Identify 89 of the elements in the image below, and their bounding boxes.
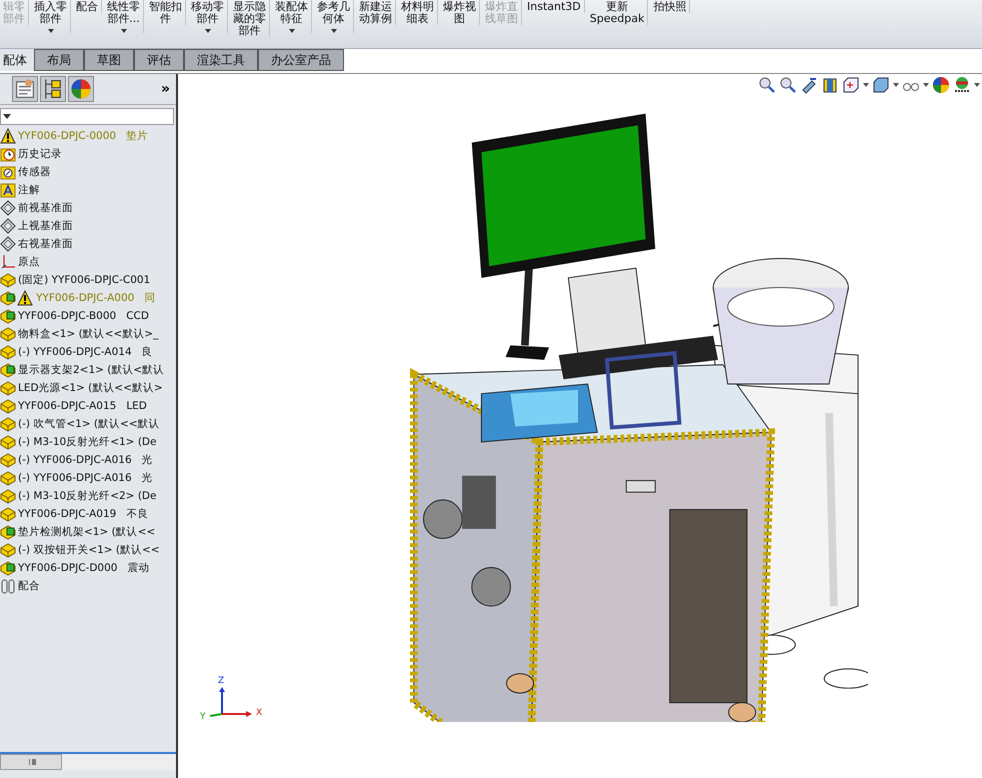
part-icon [0,506,16,522]
part-icon [0,398,16,414]
cube-icon[interactable] [842,76,860,94]
dropdown-caret-icon[interactable] [923,83,929,87]
tree-item[interactable]: (-) YYF006-DPJC-A016 光 [0,469,176,487]
tree-item[interactable]: 前视基准面 [0,199,176,217]
section-view-icon[interactable] [821,76,839,94]
shaded-cube-icon[interactable] [872,76,890,94]
toolbar-button[interactable]: 爆炸视 图 [440,0,480,25]
toolbar-button[interactable]: 装配体 特征 [272,0,312,33]
tree-item[interactable]: 传感器 [0,163,176,181]
paperclip-icon [0,578,16,594]
tree-item[interactable]: (固定) YYF006-DPJC-C001 [0,271,176,289]
ribbon-tab[interactable]: 配体 [0,49,34,71]
tree-item[interactable]: (-) 双按钮开关<1> (默认<< [0,541,176,559]
annotation-folder-icon [0,182,16,198]
toolbar-button[interactable]: 配合 [73,0,102,13]
ribbon-tab[interactable]: 草图 [84,49,134,71]
more-tabs-button[interactable]: » [160,81,170,97]
toolbar-button[interactable]: 拍快照 [650,0,690,13]
tree-item[interactable]: (-) 吹气管<1> (默认<<默认 [0,415,176,433]
property-tab-icon[interactable] [12,76,38,102]
part-icon [0,344,16,360]
toolbar-button[interactable]: 显示隐 藏的零 部件 [230,0,270,37]
display-tab-icon[interactable] [68,76,94,102]
dropdown-caret-icon[interactable] [863,83,869,87]
dropdown-caret-icon [48,29,54,33]
tree-item[interactable]: 注解 [0,181,176,199]
zoom-fit-icon[interactable] [758,76,776,94]
part-icon [0,452,16,468]
ribbon-tab[interactable]: 渲染工具 [184,49,258,71]
toolbar-button[interactable]: 参考几 何体 [314,0,354,33]
tree-item[interactable]: YYF006-DPJC-D000 震动 [0,559,176,577]
scrollbar-thumb[interactable] [0,754,62,770]
part-icon [0,542,16,558]
tree-item[interactable]: 原点 [0,253,176,271]
tree-item[interactable]: 垫片检测机架<1> (默认<< [0,523,176,541]
toolbar-button[interactable]: 智能扣 件 [146,0,186,25]
z-axis-label: Z [218,676,224,686]
assembly-icon [0,362,16,378]
tree-item[interactable]: (-) YYF006-DPJC-A016 光 [0,451,176,469]
scene-icon[interactable] [953,76,971,94]
part-icon [0,470,16,486]
sensor-folder-icon [0,164,16,180]
ribbon-tab[interactable]: 评估 [134,49,184,71]
tree-item[interactable]: 历史记录 [0,145,176,163]
toolbar-button[interactable]: 移动零 部件 [188,0,228,33]
dropdown-caret-icon [288,29,294,33]
part-icon [0,380,16,396]
assembly-icon [0,308,16,324]
part-icon [0,326,16,342]
toolbar-button[interactable]: 材料明 细表 [398,0,438,25]
tree-item[interactable]: 物料盒<1> (默认<<默认>_ [0,325,176,343]
tree-item[interactable]: LED光源<1> (默认<<默认> [0,379,176,397]
tree-item[interactable]: (-) YYF006-DPJC-A014 良 [0,343,176,361]
zoom-area-icon[interactable] [779,76,797,94]
dropdown-caret-icon[interactable] [974,83,980,87]
previous-view-icon[interactable] [800,76,818,94]
dropdown-caret-icon [330,29,336,33]
ribbon-tab[interactable]: 布局 [34,49,84,71]
tree-item[interactable]: 显示器支架2<1> (默认<默认 [0,361,176,379]
dropdown-caret-icon[interactable] [893,83,899,87]
part-icon [0,272,16,288]
part-icon [0,416,16,432]
filter-dropdown[interactable] [0,108,174,125]
assembly-icon [0,560,16,576]
dropdown-caret-icon [120,29,126,33]
assembly-icon [0,524,16,540]
part-icon [0,434,16,450]
tree-item[interactable]: 上视基准面 [0,217,176,235]
tree-item[interactable]: 右视基准面 [0,235,176,253]
tree-item[interactable]: (-) M3-10反射光纤<1> (De [0,433,176,451]
ribbon-tab[interactable]: 办公室产品 [258,49,344,71]
toolbar-button[interactable]: Instant3D [524,0,585,13]
toolbar-button[interactable]: 更新 Speedpak [586,0,648,25]
tree-item[interactable]: YYF006-DPJC-A015 LED [0,397,176,415]
dropdown-caret-icon [204,29,210,33]
y-axis-label: Y [200,712,206,722]
toolbar-button[interactable]: 插入零 部件 [31,0,71,33]
tree-item[interactable]: YYF006-DPJC-A019 不良 [0,505,176,523]
toolbar-button[interactable]: 新建运 动算例 [356,0,396,25]
tree-item[interactable]: YYF006-DPJC-B000 CCD [0,307,176,325]
toolbar-button[interactable]: 线性零 部件... [104,0,144,33]
color-sphere-icon[interactable] [932,76,950,94]
part-icon [0,488,16,504]
configuration-tab-icon[interactable] [40,76,66,102]
tree-item[interactable]: 配合 [0,577,176,595]
tree-item[interactable]: (-) M3-10反射光纤<2> (De [0,487,176,505]
x-axis-label: X [256,708,262,718]
